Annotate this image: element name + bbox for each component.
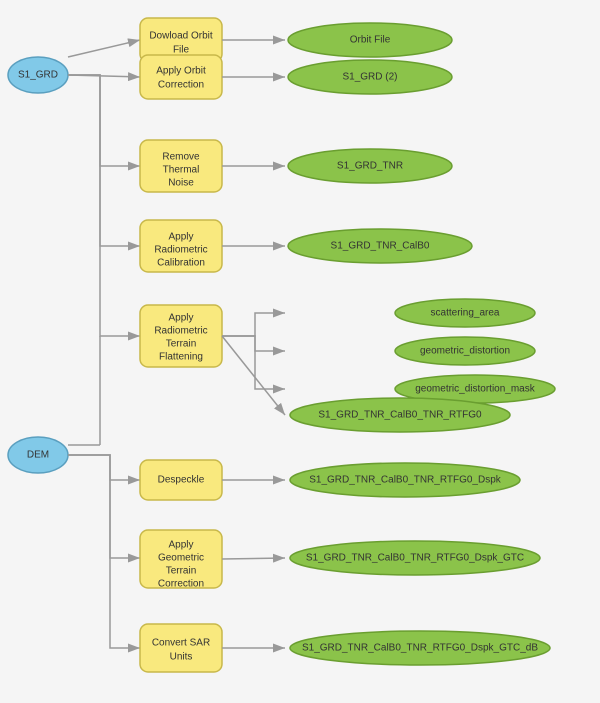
apply-radio-terrain-label4: Flattening: [159, 352, 203, 363]
apply-orbit-box[interactable]: [140, 55, 222, 99]
convert-sar-label2: Units: [170, 652, 193, 663]
remove-thermal-label2: Thermal: [163, 165, 200, 176]
apply-geo-terrain-label4: Correction: [158, 579, 204, 590]
conn-dem-despeckle: [68, 455, 140, 480]
download-orbit-label: Dowload Orbit: [149, 31, 213, 42]
apply-geo-terrain-label2: Geometric: [158, 553, 204, 564]
apply-orbit-label: Apply Orbit: [156, 66, 206, 77]
conn-terrain-scatter: [222, 313, 285, 336]
s1-grd-label: S1_GRD: [18, 70, 58, 81]
conn-s1-download: [68, 40, 140, 57]
conn-geo-terrain-gtc: [222, 558, 285, 559]
conn-s1-radio-cal: [68, 75, 140, 246]
despeckle-label: Despeckle: [158, 475, 205, 486]
s1-calb0-text: S1_GRD_TNR_CalB0: [331, 241, 430, 252]
remove-thermal-label3: Noise: [168, 178, 194, 189]
apply-geo-terrain-label: Apply: [168, 540, 193, 551]
dem-label: DEM: [27, 450, 49, 461]
scattering-area-text: scattering_area: [431, 308, 500, 319]
s1-tnr-text: S1_GRD_TNR: [337, 161, 403, 172]
apply-orbit-label2: Correction: [158, 80, 204, 91]
apply-radio-cal-label2: Radiometric: [154, 245, 207, 256]
rtfg0-text: S1_GRD_TNR_CalB0_TNR_RTFG0: [318, 410, 482, 421]
convert-sar-label: Convert SAR: [152, 638, 210, 649]
apply-radio-cal-label3: Calibration: [157, 258, 205, 269]
conn-terrain-rtfg0: [222, 336, 285, 415]
geo-dist-text: geometric_distortion: [420, 346, 510, 357]
conn-terrain-geo-mask: [222, 336, 285, 389]
geo-dist-mask-text: geometric_distortion_mask: [415, 384, 535, 395]
apply-radio-terrain-label: Apply: [168, 313, 193, 324]
dspk-text: S1_GRD_TNR_CalB0_TNR_RTFG0_Dspk: [309, 475, 502, 486]
conn-s1-radio-terrain: [68, 75, 140, 336]
conn-dem-geo-terrain: [68, 455, 140, 558]
apply-geo-terrain-label3: Terrain: [166, 566, 197, 577]
conn-s1-thermal: [68, 75, 140, 166]
remove-thermal-label: Remove: [162, 152, 200, 163]
apply-radio-terrain-label2: Radiometric: [154, 326, 207, 337]
s1-grd2-text: S1_GRD (2): [342, 72, 397, 83]
orbit-file-text: Orbit File: [350, 35, 391, 46]
workflow-diagram: S1_GRD DEM Dowload Orbit File Apply Orbi…: [0, 0, 600, 700]
apply-radio-cal-label: Apply: [168, 232, 193, 243]
gtc-text: S1_GRD_TNR_CalB0_TNR_RTFG0_Dspk_GTC: [306, 553, 524, 564]
apply-radio-terrain-label3: Terrain: [166, 339, 197, 350]
conn-dem-convert: [68, 455, 140, 648]
db-text: S1_GRD_TNR_CalB0_TNR_RTFG0_Dspk_GTC_dB: [302, 643, 538, 654]
download-orbit-label2: File: [173, 45, 190, 56]
